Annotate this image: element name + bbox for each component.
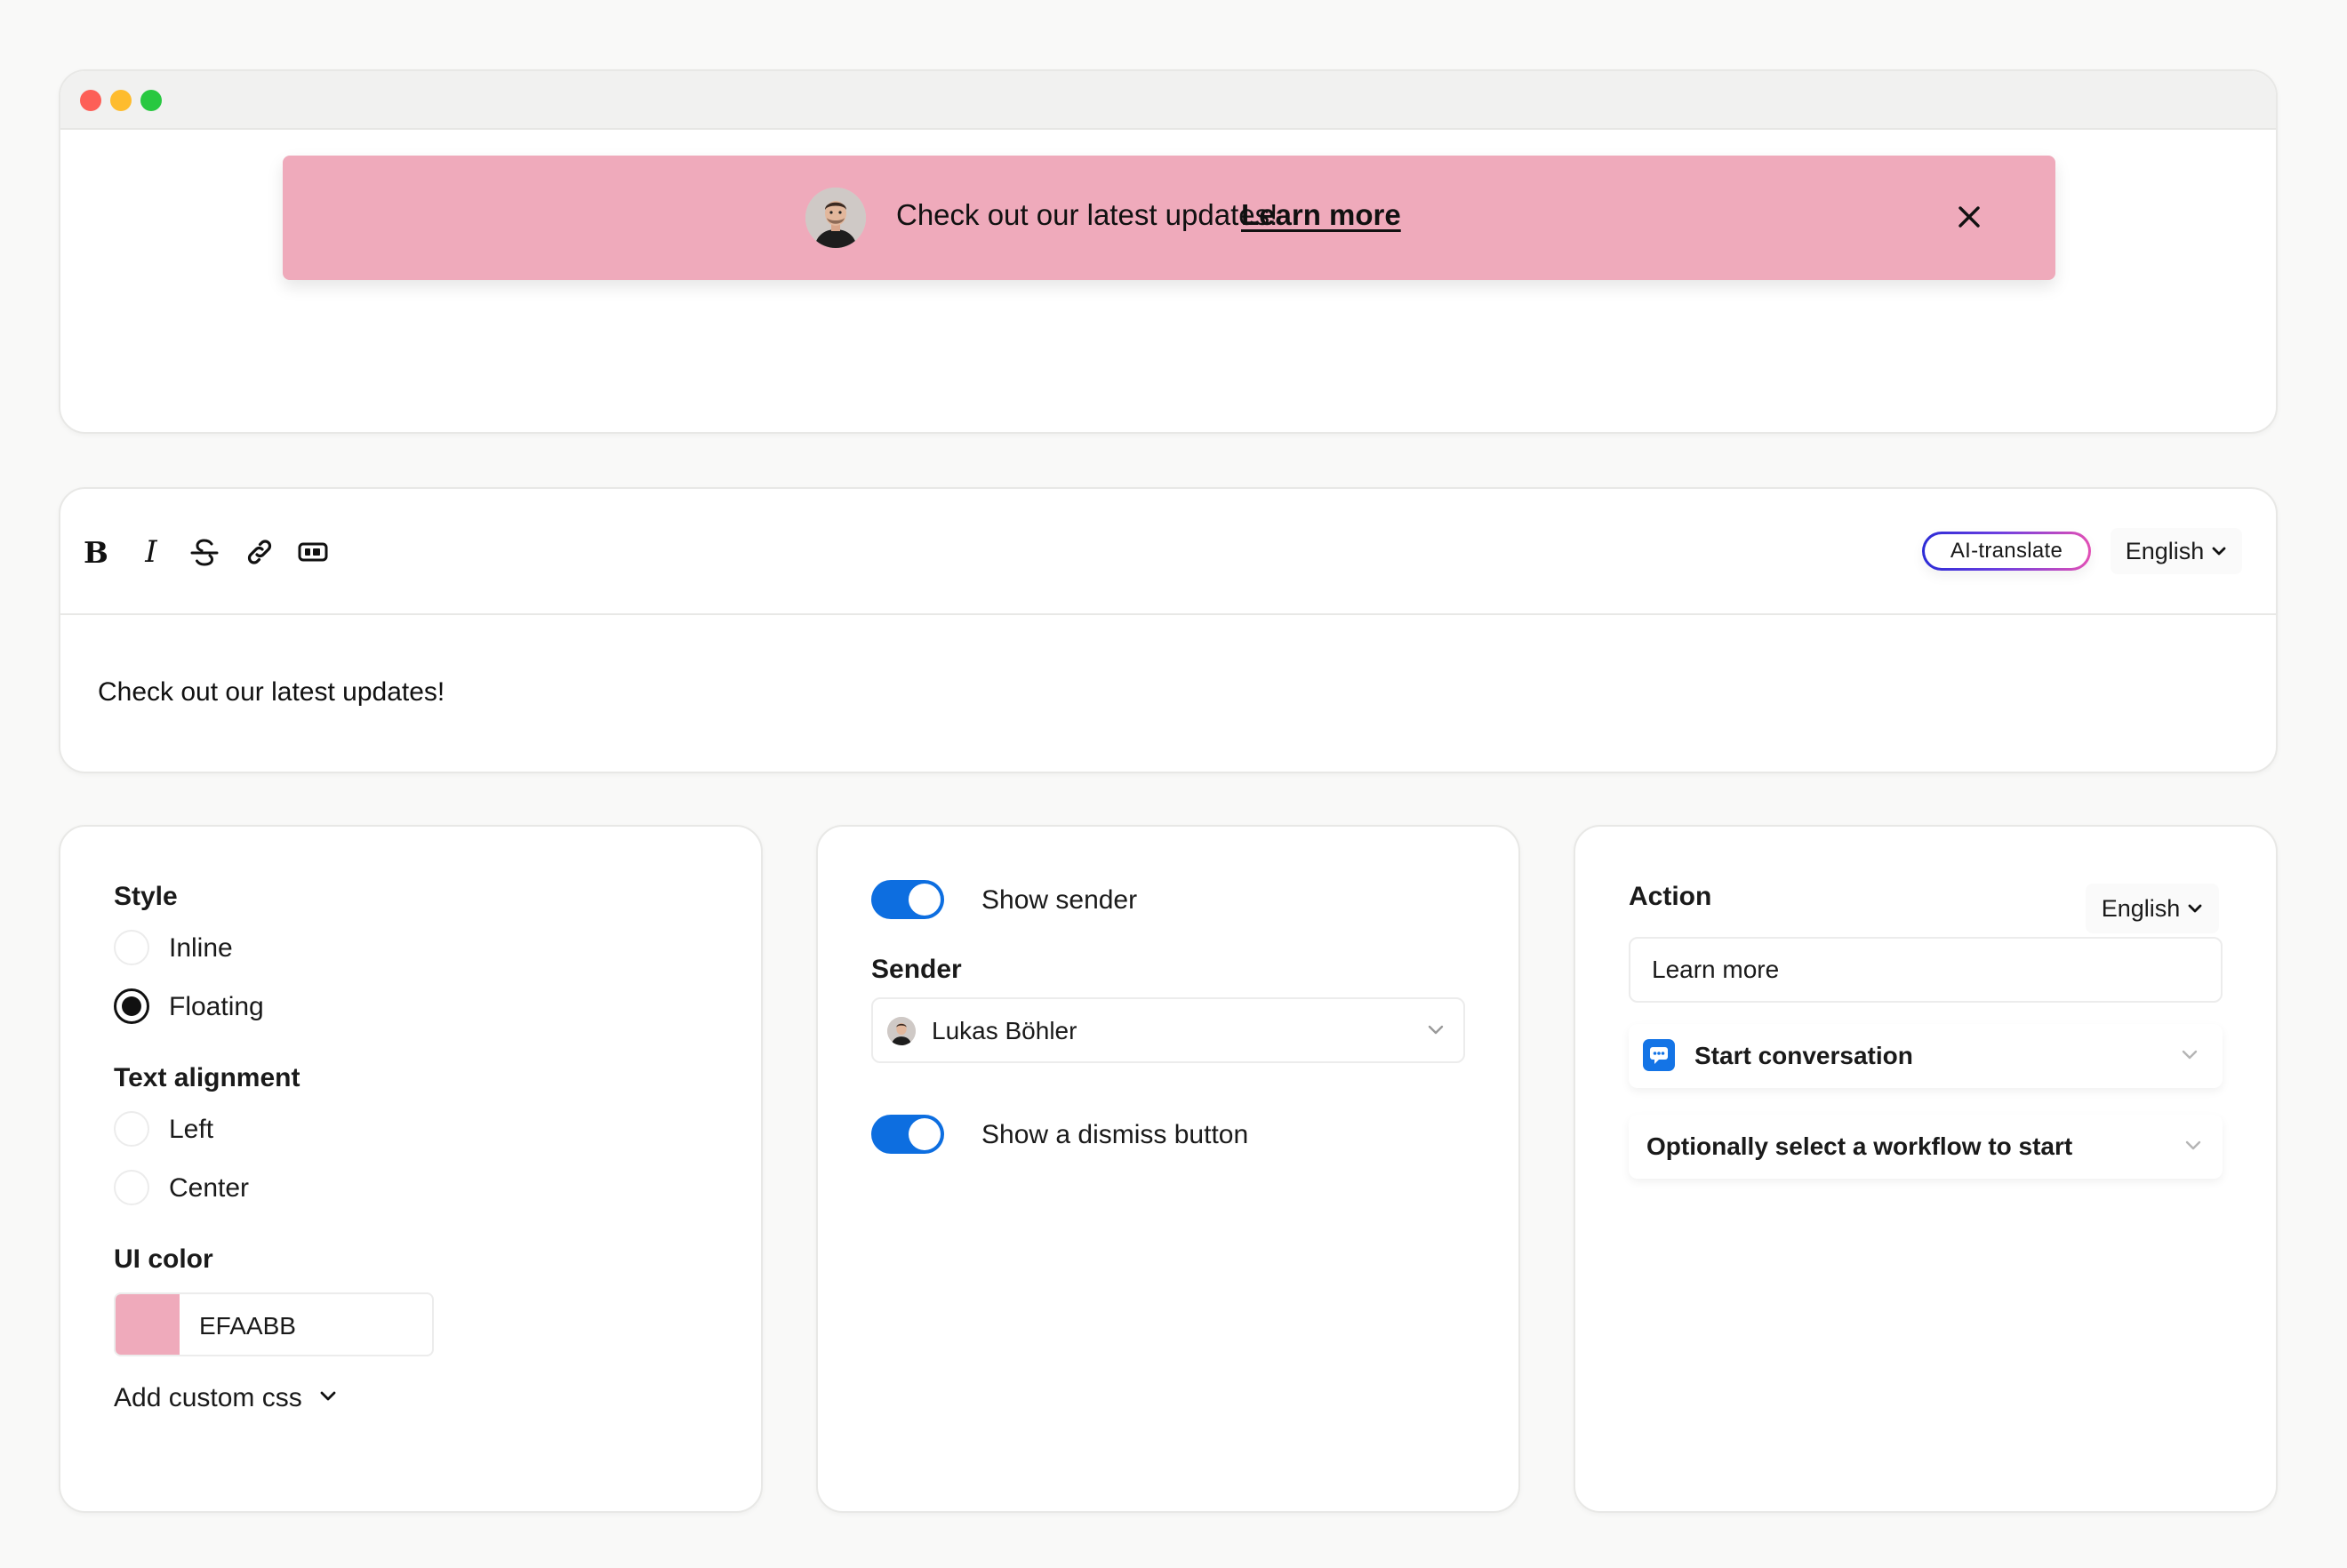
button-text-input[interactable] bbox=[1629, 937, 2223, 1003]
style-panel: Style Inline Floating Text alignment Lef… bbox=[59, 825, 763, 1513]
language-dropdown[interactable]: English bbox=[2111, 528, 2242, 574]
editor-content[interactable]: Check out our latest updates! bbox=[98, 677, 445, 708]
language-label: English bbox=[2125, 537, 2205, 564]
option-left-label: Left bbox=[169, 1115, 214, 1144]
action-type-value: Start conversation bbox=[1694, 1042, 1913, 1069]
radio-left[interactable] bbox=[114, 1111, 149, 1147]
show-sender-label: Show sender bbox=[981, 885, 1138, 915]
color-swatch[interactable] bbox=[116, 1294, 180, 1355]
action-type-select[interactable]: Start conversation bbox=[1629, 1024, 2223, 1088]
chat-icon bbox=[1643, 1039, 1675, 1071]
workflow-placeholder: Optionally select a workflow to start bbox=[1646, 1132, 2073, 1160]
chevron-down-icon bbox=[2180, 1045, 2199, 1069]
preview-window: Check out our latest updates! Learn more bbox=[59, 69, 2278, 434]
chevron-down-icon bbox=[2211, 538, 2227, 565]
dismiss-button-label: Show a dismiss button bbox=[981, 1120, 1249, 1149]
window-maximize-dot[interactable] bbox=[140, 90, 162, 111]
ui-color-heading: UI color bbox=[114, 1244, 213, 1274]
action-language-dropdown[interactable]: English bbox=[2086, 884, 2219, 933]
radio-center[interactable] bbox=[114, 1170, 149, 1205]
option-inline-label: Inline bbox=[169, 933, 233, 963]
embed-icon[interactable] bbox=[295, 534, 331, 570]
style-heading: Style bbox=[114, 882, 178, 911]
text-alignment-heading: Text alignment bbox=[114, 1063, 300, 1092]
ai-translate-label: AI-translate bbox=[1925, 534, 2088, 568]
chevron-down-icon bbox=[2187, 895, 2203, 923]
option-center-label: Center bbox=[169, 1173, 250, 1203]
message-editor: B I AI-translate English Check out our l… bbox=[59, 487, 2278, 773]
banner-learn-more-link[interactable]: Learn more bbox=[1241, 198, 1401, 232]
radio-inline[interactable] bbox=[114, 930, 149, 965]
language-label: English bbox=[2101, 894, 2181, 922]
ui-color-field[interactable]: EFAABB bbox=[114, 1292, 434, 1356]
strikethrough-icon[interactable] bbox=[187, 534, 222, 570]
workflow-select[interactable]: Optionally select a workflow to start bbox=[1629, 1115, 2223, 1179]
chevron-down-icon bbox=[2183, 1136, 2203, 1160]
sender-avatar bbox=[805, 188, 866, 248]
italic-icon[interactable]: I bbox=[133, 534, 169, 570]
show-sender-toggle[interactable] bbox=[871, 880, 944, 919]
sender-heading: Sender bbox=[871, 955, 962, 984]
add-custom-css-toggle[interactable]: Add custom css bbox=[114, 1383, 338, 1413]
action-panel: Action English Start conversation Option… bbox=[1574, 825, 2278, 1513]
option-floating-label: Floating bbox=[169, 992, 264, 1021]
window-titlebar bbox=[60, 71, 2276, 130]
color-hex-value[interactable]: EFAABB bbox=[199, 1312, 296, 1340]
window-minimize-dot[interactable] bbox=[110, 90, 132, 111]
custom-css-label: Add custom css bbox=[114, 1383, 302, 1412]
banner-message: Check out our latest updates! bbox=[896, 198, 1278, 231]
bold-icon[interactable]: B bbox=[78, 534, 114, 570]
announcement-banner: Check out our latest updates! Learn more bbox=[283, 156, 2055, 280]
editor-toolbar: B I AI-translate English bbox=[60, 489, 2276, 615]
radio-floating[interactable] bbox=[114, 988, 149, 1024]
sender-name: Lukas Böhler bbox=[932, 1017, 1077, 1044]
chevron-down-icon bbox=[1426, 1020, 1446, 1044]
chevron-down-icon bbox=[318, 1383, 338, 1413]
close-icon[interactable] bbox=[1956, 204, 1983, 230]
dismiss-button-toggle[interactable] bbox=[871, 1115, 944, 1154]
sender-avatar bbox=[887, 1017, 916, 1045]
action-heading: Action bbox=[1629, 882, 1712, 911]
sender-select[interactable]: Lukas Böhler bbox=[871, 997, 1465, 1063]
ai-translate-button[interactable]: AI-translate bbox=[1922, 532, 2091, 571]
window-close-dot[interactable] bbox=[80, 90, 101, 111]
sender-panel: Show sender Sender Lukas Böhler Show a d… bbox=[816, 825, 1520, 1513]
link-icon[interactable] bbox=[242, 534, 277, 570]
